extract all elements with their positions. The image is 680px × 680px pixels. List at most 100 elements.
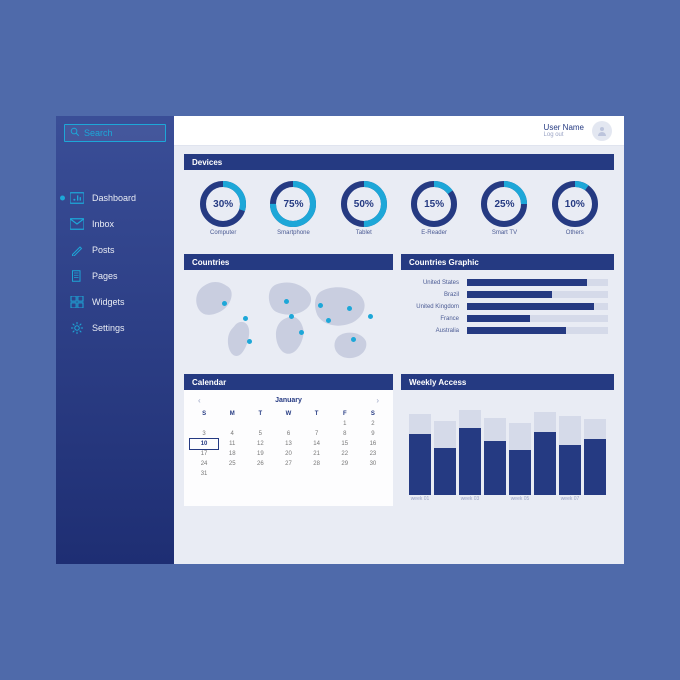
- sidebar-item-dashboard[interactable]: Dashboard: [56, 186, 174, 210]
- sidebar-item-label: Posts: [92, 245, 115, 255]
- search-input[interactable]: Search: [64, 124, 166, 142]
- bar-label: France: [407, 316, 463, 322]
- calendar-day: [218, 419, 246, 429]
- weekly-body: week 01week 02week 03week 04week 05week …: [401, 390, 614, 506]
- devices-card: Devices 30%Computer75%Smartphone50%Table…: [184, 154, 614, 246]
- calendar-day[interactable]: 18: [218, 449, 246, 459]
- calendar-day[interactable]: 1: [331, 419, 359, 429]
- weekly-bar: [534, 412, 556, 495]
- sidebar-item-inbox[interactable]: Inbox: [56, 212, 174, 236]
- donut-chart: 15%: [410, 180, 458, 228]
- avatar[interactable]: [592, 121, 612, 141]
- device-smart-tv: 25%Smart TV: [480, 180, 528, 236]
- bar-track: [467, 315, 608, 322]
- calendar-week: 17181920212223: [190, 449, 387, 459]
- calendar-day[interactable]: 21: [303, 449, 331, 459]
- countries-graphic-title: Countries Graphic: [401, 254, 614, 270]
- bar-track: [467, 327, 608, 334]
- calendar-day[interactable]: 15: [331, 439, 359, 449]
- sidebar-item-posts[interactable]: Posts: [56, 238, 174, 262]
- bar-fill: [467, 327, 566, 334]
- calendar-day[interactable]: 2: [359, 419, 387, 429]
- bar-label: United States: [407, 280, 463, 286]
- calendar-day[interactable]: 14: [303, 439, 331, 449]
- calendar-day[interactable]: 6: [274, 429, 302, 439]
- calendar-day[interactable]: 13: [274, 439, 302, 449]
- donut-value: 30%: [199, 180, 247, 228]
- bar-fill: [467, 303, 594, 310]
- bar-label: Australia: [407, 328, 463, 334]
- weekly-label: week 01: [411, 496, 430, 502]
- calendar-month: January: [275, 397, 302, 404]
- weekly-bar-fill: [584, 439, 606, 495]
- donut-chart: 50%: [340, 180, 388, 228]
- calendar-day[interactable]: 4: [218, 429, 246, 439]
- device-others: 10%Others: [551, 180, 599, 236]
- calendar-day[interactable]: 10: [190, 439, 218, 449]
- calendar-day[interactable]: 31: [190, 469, 218, 479]
- bar-fill: [467, 315, 530, 322]
- calendar-day[interactable]: 30: [359, 459, 387, 469]
- calendar-day[interactable]: 19: [246, 449, 274, 459]
- weekly-chart: week 01week 02week 03week 04week 05week …: [407, 396, 608, 502]
- weekly-bar: [509, 423, 531, 495]
- calendar-week: 10111213141516: [190, 439, 387, 449]
- bar-row: United States: [407, 279, 608, 286]
- calendar-body: ‹ January › SMTWTFS 12345678910111213141…: [184, 390, 393, 506]
- calendar-day: [274, 419, 302, 429]
- donut-chart: 10%: [551, 180, 599, 228]
- bar-fill: [467, 291, 552, 298]
- weekly-col: week 07: [559, 416, 581, 502]
- weekly-bar: [409, 414, 431, 495]
- devices-body: 30%Computer75%Smartphone50%Tablet15%E-Re…: [184, 170, 614, 246]
- calendar-day[interactable]: 16: [359, 439, 387, 449]
- calendar-day[interactable]: 3: [190, 429, 218, 439]
- device-computer: 30%Computer: [199, 180, 247, 236]
- calendar-day[interactable]: 26: [246, 459, 274, 469]
- calendar-day[interactable]: 29: [331, 459, 359, 469]
- search-icon: [70, 127, 80, 139]
- calendar-day[interactable]: 24: [190, 459, 218, 469]
- sidebar-item-pages[interactable]: Pages: [56, 264, 174, 288]
- device-e-reader: 15%E-Reader: [410, 180, 458, 236]
- calendar-day[interactable]: 23: [359, 449, 387, 459]
- calendar-day[interactable]: 8: [331, 429, 359, 439]
- calendar-day[interactable]: 9: [359, 429, 387, 439]
- user-name[interactable]: User Name Log out: [544, 123, 584, 138]
- calendar-day[interactable]: 7: [303, 429, 331, 439]
- calendar-day[interactable]: 27: [274, 459, 302, 469]
- user-sublabel: Log out: [544, 132, 584, 138]
- countries-body: [184, 270, 393, 366]
- sidebar-item-settings[interactable]: Settings: [56, 316, 174, 340]
- calendar-day[interactable]: 28: [303, 459, 331, 469]
- weekly-bar: [459, 410, 481, 495]
- weekly-bar-fill: [409, 434, 431, 495]
- sidebar-item-label: Pages: [92, 271, 118, 281]
- weekly-card: Weekly Access week 01week 02week 03week …: [401, 374, 614, 506]
- weekly-bar-fill: [559, 445, 581, 495]
- bar-track: [467, 303, 608, 310]
- calendar-dow: T: [246, 409, 274, 419]
- calendar-day[interactable]: 12: [246, 439, 274, 449]
- donut-value: 50%: [340, 180, 388, 228]
- calendar-day[interactable]: 5: [246, 429, 274, 439]
- calendar-week: 31: [190, 469, 387, 479]
- calendar-next[interactable]: ›: [376, 396, 379, 405]
- user-name-label: User Name: [544, 123, 584, 132]
- sidebar-item-label: Settings: [92, 323, 125, 333]
- countries-card: Countries: [184, 254, 393, 366]
- bar-row: France: [407, 315, 608, 322]
- sidebar-nav: DashboardInbox Posts Pages Widgets Settings: [56, 186, 174, 340]
- calendar-day[interactable]: 22: [331, 449, 359, 459]
- calendar-day: [190, 419, 218, 429]
- calendar-prev[interactable]: ‹: [198, 396, 201, 405]
- calendar-day: [246, 419, 274, 429]
- posts-icon: [70, 244, 84, 256]
- calendar-day[interactable]: 20: [274, 449, 302, 459]
- calendar-day[interactable]: 11: [218, 439, 246, 449]
- bar-track: [467, 291, 608, 298]
- calendar-day[interactable]: 25: [218, 459, 246, 469]
- weekly-bar: [584, 419, 606, 495]
- calendar-day[interactable]: 17: [190, 449, 218, 459]
- sidebar-item-widgets[interactable]: Widgets: [56, 290, 174, 314]
